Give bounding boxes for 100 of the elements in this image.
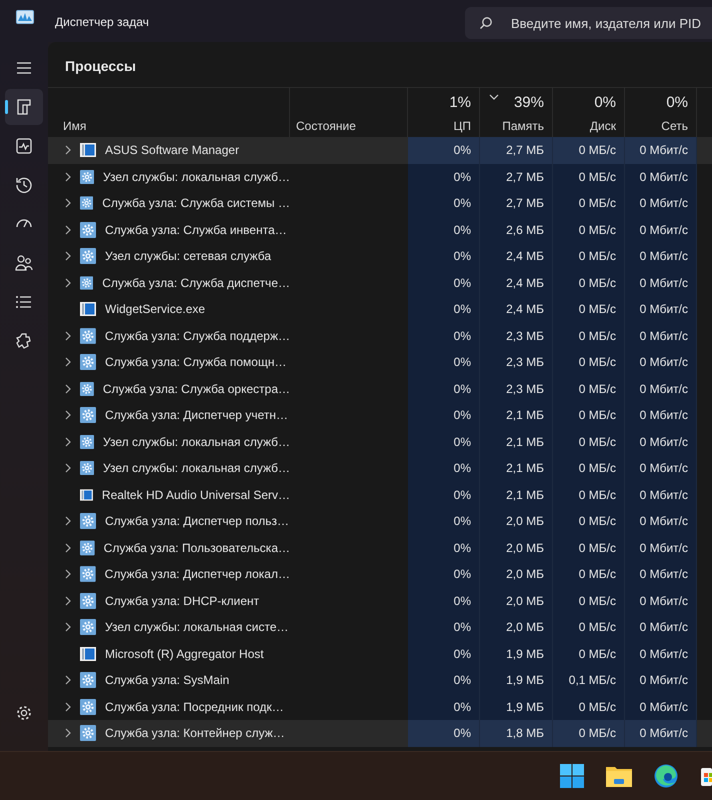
table-cell: 0 Мбит/с — [625, 322, 697, 349]
chevron-icon[interactable] — [65, 145, 71, 156]
chevron-icon[interactable] — [65, 436, 71, 447]
table-cell: 0 Мбит/с — [625, 243, 697, 270]
processes-tab[interactable] — [5, 89, 43, 125]
process-name: Служба узла: Служба системы … — [102, 196, 290, 210]
chevron-icon[interactable] — [65, 384, 71, 394]
table-cell: 2,1 МБ — [480, 455, 553, 482]
chevron-icon[interactable] — [65, 410, 71, 420]
table-cell: 0 Мбит/с — [625, 296, 697, 322]
process-name: Служба узла: SysMain — [105, 673, 230, 688]
table-cell: 0% — [408, 243, 480, 270]
table-cell: 0% — [408, 667, 480, 694]
chevron-icon[interactable] — [65, 596, 71, 606]
table-cell: 0 Мбит/с — [625, 508, 697, 534]
chevron-icon[interactable] — [65, 198, 71, 208]
process-name: Microsoft (R) Aggregator Host — [105, 646, 264, 661]
browser-icon[interactable] — [654, 764, 678, 788]
folder-icon[interactable] — [606, 765, 632, 787]
chevron-icon[interactable] — [65, 675, 71, 686]
gear-icon — [80, 725, 96, 742]
table-cell: 2,0 МБ — [480, 614, 553, 640]
gear-icon — [80, 168, 94, 185]
chevron-icon[interactable] — [65, 622, 71, 632]
gear-icon — [80, 672, 96, 688]
chevron-icon[interactable] — [65, 728, 71, 738]
chevron-icon[interactable] — [65, 702, 71, 712]
app-icon — [16, 10, 34, 24]
process-row[interactable]: Служба узла: Контейнер служ… 0% 1,8 МБ 0 МБ/с 0 Мбит/с — [48, 720, 712, 746]
table-cell: 1,8 МБ — [480, 720, 553, 746]
gear-icon — [80, 407, 96, 424]
gear-icon — [80, 434, 94, 450]
process-name: Служба узла: Контейнер служ… — [105, 726, 285, 740]
table-cell: 0 Мбит/с — [625, 190, 697, 216]
settings-icon — [15, 704, 33, 722]
table-cell: 0 Мбит/с — [625, 561, 697, 588]
table-cell: 2,0 МБ — [480, 561, 553, 588]
process-name: Узел службы: локальная служб… — [103, 461, 290, 476]
window-title: Диспетчер задач — [55, 15, 150, 29]
table-cell: 0 МБ/с — [553, 640, 625, 667]
table-cell: 2,0 МБ — [480, 534, 553, 561]
table-cell: 0% — [408, 694, 480, 720]
table-cell: 0 Мбит/с — [625, 137, 697, 164]
table-cell: 0% — [408, 508, 480, 534]
process-name: Служба узла: Диспетчер локал… — [104, 567, 290, 582]
chevron-icon[interactable] — [65, 278, 71, 288]
gear-icon — [80, 460, 94, 476]
table-cell: 2,4 МБ — [480, 243, 553, 270]
table-cell: 2,0 МБ — [480, 588, 553, 614]
table-cell: 0 МБ/с — [553, 402, 625, 428]
chevron-icon[interactable] — [65, 251, 71, 262]
table-cell: 0% — [408, 588, 480, 614]
chevron-icon[interactable] — [65, 357, 71, 368]
table-cell: 0 Мбит/с — [625, 428, 697, 455]
search-field[interactable]: Введите имя, издателя или PID — [465, 7, 712, 39]
process-name: Realtek HD Audio Universal Serv… — [102, 488, 290, 502]
chevron-icon[interactable] — [65, 569, 71, 580]
table-cell: 0% — [408, 216, 480, 243]
gear-icon — [80, 566, 96, 582]
table-cell: 2,3 МБ — [480, 376, 553, 402]
table-cell: 2,7 МБ — [480, 164, 553, 190]
people-icon — [15, 254, 33, 272]
process-row[interactable]: ASUS Software Manager 0% 2,7 МБ 0 МБ/с 0 Мбит/с — [48, 137, 712, 164]
process-row[interactable]: Узел службы: локальная служб… 0% 2,7 МБ 0 МБ/с 0 Мбит/с — [48, 164, 712, 190]
chevron-icon[interactable] — [65, 172, 71, 182]
table-cell: 0 МБ/с — [553, 694, 625, 720]
process-name: Служба узла: Диспетчер учетн… — [105, 408, 288, 422]
table-cell: 0 МБ/с — [553, 561, 625, 588]
window-icon — [80, 302, 96, 316]
process-name: WidgetService.exe — [105, 302, 206, 316]
table-cell: 2,1 МБ — [480, 402, 553, 428]
table-cell: 2,0 МБ — [480, 508, 553, 534]
gear-icon — [80, 222, 96, 238]
gear-icon — [80, 354, 96, 370]
process-name: Служба узла: Служба помощн… — [105, 355, 286, 370]
chevron-icon[interactable] — [65, 224, 71, 235]
window-icon — [80, 488, 93, 502]
table-cell: 0% — [408, 455, 480, 482]
table-cell: 0 Мбит/с — [625, 376, 697, 402]
table-cell: 0 Мбит/с — [625, 164, 697, 190]
table-cell: 0 Мбит/с — [625, 455, 697, 482]
windows-logo-icon[interactable] — [560, 764, 584, 788]
table-cell: 2,7 МБ — [480, 137, 553, 164]
list-icon — [15, 293, 33, 311]
table-cell: 0% — [408, 561, 480, 588]
chevron-icon[interactable] — [65, 330, 71, 341]
chevron-icon[interactable] — [65, 463, 71, 474]
search-input[interactable]: Введите имя, издателя или PID — [511, 16, 707, 30]
table-cell: 0% — [408, 349, 480, 376]
table-cell: 0 МБ/с — [553, 243, 625, 270]
table-cell: 0 Мбит/с — [625, 534, 697, 561]
table-cell: 0 МБ/с — [553, 190, 625, 216]
chevron-icon[interactable] — [65, 516, 71, 526]
table-cell: 0 МБ/с — [553, 349, 625, 376]
table-cell: 2,3 МБ — [480, 322, 553, 349]
table-cell: 0 МБ/с — [553, 322, 625, 349]
table-cell: 0 МБ/с — [553, 508, 625, 534]
gear-icon — [80, 540, 95, 556]
table-cell: 0 МБ/с — [553, 376, 625, 402]
chevron-icon[interactable] — [65, 542, 71, 553]
